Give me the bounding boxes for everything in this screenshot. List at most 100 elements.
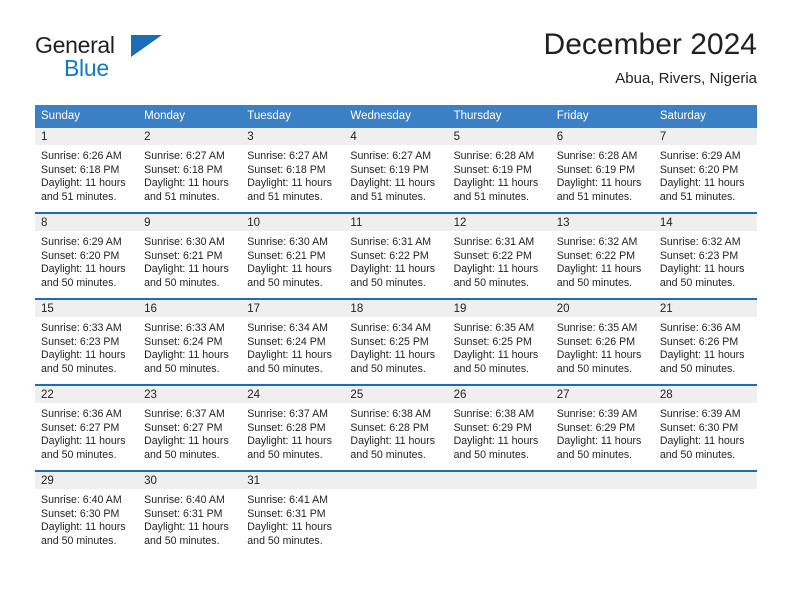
daylight-text: Daylight: 11 hours and 51 minutes. [41,177,126,203]
day-cell-details: Sunrise: 6:39 AM Sunset: 6:29 PM Daylight:… [551,403,654,462]
calendar-day-cell[interactable]: 26 Sunrise: 6:38 AM Sunset: 6:29 PM Dayligh… [447,384,551,471]
day-number [344,472,448,489]
calendar-day-cell[interactable]: 23 Sunrise: 6:37 AM Sunset: 6:27 PM Dayligh… [138,384,242,471]
calendar-day-cell[interactable]: 22 Sunrise: 6:36 AM Sunset: 6:27 PM Dayligh… [35,384,139,471]
calendar-day-cell[interactable]: 31 Sunrise: 6:41 AM Sunset: 6:31 PM Dayligh… [241,470,345,556]
day-number: 9 [138,214,242,231]
calendar-day-cell[interactable]: 13 Sunrise: 6:32 AM Sunset: 6:22 PM Dayligh… [550,212,654,299]
calendar-day-cell[interactable]: 5 Sunrise: 6:28 AM Sunset: 6:19 PM Daylight… [447,128,551,213]
calendar-day-cell[interactable]: 30 Sunrise: 6:40 AM Sunset: 6:31 PM Dayligh… [138,470,242,556]
calendar-week-row: 15 Sunrise: 6:33 AM Sunset: 6:23 PM Dayligh… [35,298,757,385]
calendar-day-cell[interactable]: 11 Sunrise: 6:31 AM Sunset: 6:22 PM Dayligh… [344,212,448,299]
day-number: 2 [138,128,242,145]
day-cell-inner: 17 Sunrise: 6:34 AM Sunset: 6:24 PM Dayligh… [241,300,345,384]
daylight-text: Daylight: 11 hours and 51 minutes. [659,177,745,203]
calendar-day-cell[interactable]: 20 Sunrise: 6:35 AM Sunset: 6:26 PM Dayligh… [550,298,654,385]
calendar-day-cell[interactable]: 19 Sunrise: 6:35 AM Sunset: 6:25 PM Dayligh… [447,298,551,385]
day-cell-inner: 27 Sunrise: 6:39 AM Sunset: 6:29 PM Dayligh… [550,386,654,470]
calendar-day-cell[interactable]: 14 Sunrise: 6:32 AM Sunset: 6:23 PM Dayligh… [653,212,757,299]
day-cell-inner: 1 Sunrise: 6:26 AM Sunset: 6:18 PM Daylight… [35,128,139,212]
sunrise-text: Sunrise: 6:41 AM [247,494,328,506]
daylight-text: Daylight: 11 hours and 50 minutes. [247,263,332,289]
daylight-text: Daylight: 11 hours and 50 minutes. [41,263,126,289]
calendar-day-cell[interactable]: 2 Sunrise: 6:27 AM Sunset: 6:18 PM Daylight… [138,128,242,213]
calendar-day-cell[interactable]: 27 Sunrise: 6:39 AM Sunset: 6:29 PM Dayligh… [550,384,654,471]
daylight-text: Daylight: 11 hours and 50 minutes. [453,263,539,289]
sunrise-text: Sunrise: 6:35 AM [453,322,535,334]
sunrise-text: Sunrise: 6:28 AM [556,150,638,162]
day-number: 17 [241,300,345,317]
day-number: 8 [35,214,139,231]
calendar-day-cell[interactable]: 18 Sunrise: 6:34 AM Sunset: 6:25 PM Dayligh… [344,298,448,385]
sunrise-text: Sunrise: 6:36 AM [659,322,741,334]
sunrise-text: Sunrise: 6:34 AM [350,322,432,334]
sunrise-text: Sunrise: 6:37 AM [247,408,328,420]
calendar-day-cell[interactable]: 16 Sunrise: 6:33 AM Sunset: 6:24 PM Dayligh… [138,298,242,385]
calendar-day-cell[interactable]: 17 Sunrise: 6:34 AM Sunset: 6:24 PM Dayligh… [241,298,345,385]
calendar-day-cell[interactable]: 7 Sunrise: 6:29 AM Sunset: 6:20 PM Daylight… [653,128,757,213]
day-cell-inner: 9 Sunrise: 6:30 AM Sunset: 6:21 PM Daylight… [138,214,242,298]
sunset-text: Sunset: 6:24 PM [247,335,326,348]
calendar-day-cell[interactable]: 12 Sunrise: 6:31 AM Sunset: 6:22 PM Dayligh… [447,212,551,299]
day-number: 29 [35,472,139,489]
day-cell-inner: 20 Sunrise: 6:35 AM Sunset: 6:26 PM Dayligh… [550,300,654,384]
day-cell-inner [447,472,551,556]
day-number: 12 [447,214,551,231]
day-number: 31 [241,472,345,489]
day-cell-details: Sunrise: 6:27 AM Sunset: 6:18 PM Daylight:… [138,145,241,204]
day-cell-inner: 8 Sunrise: 6:29 AM Sunset: 6:20 PM Daylight… [35,214,139,298]
daylight-text: Daylight: 11 hours and 51 minutes. [350,177,436,203]
day-cell-details: Sunrise: 6:32 AM Sunset: 6:22 PM Daylight:… [551,231,654,290]
calendar-day-cell[interactable] [550,470,654,556]
day-cell-inner: 15 Sunrise: 6:33 AM Sunset: 6:23 PM Dayligh… [35,300,139,384]
sunset-text: Sunset: 6:21 PM [144,249,223,262]
calendar-day-cell[interactable]: 3 Sunrise: 6:27 AM Sunset: 6:18 PM Daylight… [241,128,345,213]
calendar-day-cell[interactable]: 4 Sunrise: 6:27 AM Sunset: 6:19 PM Daylight… [344,128,448,213]
day-number: 1 [35,128,139,145]
calendar-day-cell[interactable]: 29 Sunrise: 6:40 AM Sunset: 6:30 PM Dayligh… [35,470,139,556]
daylight-text: Daylight: 11 hours and 51 minutes. [453,177,539,203]
calendar-day-cell[interactable]: 28 Sunrise: 6:39 AM Sunset: 6:30 PM Dayligh… [653,384,757,471]
daylight-text: Daylight: 11 hours and 51 minutes. [247,177,332,203]
day-cell-inner: 31 Sunrise: 6:41 AM Sunset: 6:31 PM Dayligh… [241,472,345,556]
daylight-text: Daylight: 11 hours and 50 minutes. [144,263,229,289]
day-cell-details: Sunrise: 6:34 AM Sunset: 6:25 PM Daylight:… [344,317,447,376]
day-cell-inner [653,472,757,556]
day-cell-details: Sunrise: 6:30 AM Sunset: 6:21 PM Daylight:… [138,231,241,290]
sunset-text: Sunset: 6:19 PM [556,163,636,176]
sunrise-text: Sunrise: 6:27 AM [247,150,328,162]
day-number [550,472,654,489]
generalblue-logo[interactable]: General Blue [35,32,165,88]
sunrise-text: Sunrise: 6:31 AM [350,236,432,248]
day-cell-details: Sunrise: 6:27 AM Sunset: 6:19 PM Daylight:… [344,145,447,204]
daylight-text: Daylight: 11 hours and 50 minutes. [41,349,126,375]
calendar-week-row: 8 Sunrise: 6:29 AM Sunset: 6:20 PM Daylight… [35,212,757,299]
calendar-day-cell[interactable]: 10 Sunrise: 6:30 AM Sunset: 6:21 PM Dayligh… [241,212,345,299]
daylight-text: Daylight: 11 hours and 50 minutes. [350,349,436,375]
calendar-day-cell[interactable] [344,470,448,556]
day-cell-details: Sunrise: 6:36 AM Sunset: 6:26 PM Daylight:… [654,317,757,376]
day-cell-inner: 30 Sunrise: 6:40 AM Sunset: 6:31 PM Dayligh… [138,472,242,556]
calendar-day-cell[interactable]: 1 Sunrise: 6:26 AM Sunset: 6:18 PM Daylight… [35,128,139,213]
day-cell-details: Sunrise: 6:39 AM Sunset: 6:30 PM Daylight:… [654,403,757,462]
sunset-text: Sunset: 6:18 PM [144,163,223,176]
calendar-day-cell[interactable]: 24 Sunrise: 6:37 AM Sunset: 6:28 PM Dayligh… [241,384,345,471]
calendar-day-cell[interactable]: 6 Sunrise: 6:28 AM Sunset: 6:19 PM Daylight… [550,128,654,213]
sunrise-text: Sunrise: 6:32 AM [659,236,741,248]
calendar-day-cell[interactable]: 8 Sunrise: 6:29 AM Sunset: 6:20 PM Daylight… [35,212,139,299]
calendar-day-cell[interactable] [653,470,757,556]
calendar-day-cell[interactable]: 9 Sunrise: 6:30 AM Sunset: 6:21 PM Daylight… [138,212,242,299]
calendar-day-cell[interactable]: 15 Sunrise: 6:33 AM Sunset: 6:23 PM Dayligh… [35,298,139,385]
calendar-day-cell[interactable] [447,470,551,556]
sunset-text: Sunset: 6:27 PM [144,421,223,434]
daylight-text: Daylight: 11 hours and 50 minutes. [659,349,745,375]
daylight-text: Daylight: 11 hours and 50 minutes. [41,521,126,547]
day-cell-inner: 22 Sunrise: 6:36 AM Sunset: 6:27 PM Dayligh… [35,386,139,470]
calendar-day-cell[interactable]: 21 Sunrise: 6:36 AM Sunset: 6:26 PM Dayligh… [653,298,757,385]
day-number: 15 [35,300,139,317]
daylight-text: Daylight: 11 hours and 50 minutes. [556,349,642,375]
daylight-text: Daylight: 11 hours and 50 minutes. [453,435,539,461]
calendar-day-cell[interactable]: 25 Sunrise: 6:38 AM Sunset: 6:28 PM Dayligh… [344,384,448,471]
sunset-text: Sunset: 6:31 PM [247,507,326,520]
day-cell-details: Sunrise: 6:38 AM Sunset: 6:28 PM Daylight:… [344,403,447,462]
